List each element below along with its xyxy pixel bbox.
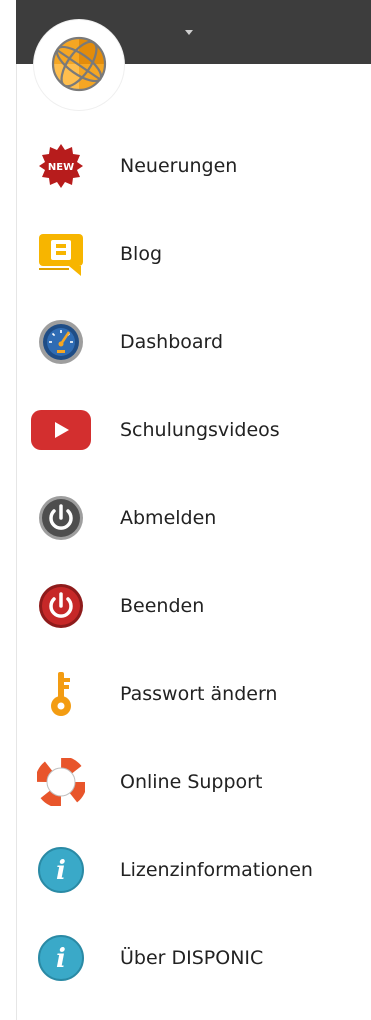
- svg-text:i: i: [56, 856, 66, 886]
- blog-b-icon: [30, 230, 92, 278]
- menu-item-label: Passwort ändern: [120, 683, 278, 705]
- app-logo[interactable]: [34, 20, 124, 110]
- menu-item-beenden[interactable]: Beenden: [16, 562, 371, 650]
- new-badge-icon: NEW: [30, 142, 92, 190]
- dropdown-caret-icon[interactable]: [185, 30, 193, 35]
- power-red-icon: [30, 582, 92, 630]
- menu-item-passwort-aendern[interactable]: Passwort ändern: [16, 650, 371, 738]
- menu-item-ueber-disponic[interactable]: i Über DISPONIC: [16, 914, 371, 1002]
- menu-item-lizenzinformationen[interactable]: i Lizenzinformationen: [16, 826, 371, 914]
- menu-item-label: Dashboard: [120, 331, 224, 353]
- menu-item-label: Abmelden: [120, 507, 217, 529]
- menu-item-label: Schulungsvideos: [120, 419, 280, 441]
- menu-item-label: Über DISPONIC: [120, 947, 264, 969]
- menu-item-label: Beenden: [120, 595, 205, 617]
- lifebuoy-icon: [30, 758, 92, 806]
- menu-item-dashboard[interactable]: Dashboard: [16, 298, 371, 386]
- key-icon: [30, 670, 92, 718]
- globe-logo-icon: [51, 36, 107, 92]
- menu-item-label: Blog: [120, 243, 162, 265]
- info-icon: i: [30, 846, 92, 894]
- new-badge-text: NEW: [48, 162, 74, 173]
- info-icon: i: [30, 934, 92, 982]
- main-menu: NEW Neuerungen Blog Dashboard Schulungsv…: [16, 122, 371, 1002]
- menu-item-blog[interactable]: Blog: [16, 210, 371, 298]
- app-window: NEW Neuerungen Blog Dashboard Schulungsv…: [0, 0, 371, 1020]
- speedometer-icon: [30, 318, 92, 366]
- left-margin: [0, 0, 16, 1020]
- power-gray-icon: [30, 494, 92, 542]
- video-play-icon: [30, 406, 92, 454]
- svg-text:i: i: [56, 944, 66, 974]
- menu-item-schulungsvideos[interactable]: Schulungsvideos: [16, 386, 371, 474]
- menu-item-label: Lizenzinformationen: [120, 859, 313, 881]
- menu-item-online-support[interactable]: Online Support: [16, 738, 371, 826]
- menu-item-label: Neuerungen: [120, 155, 238, 177]
- menu-item-neuerungen[interactable]: NEW Neuerungen: [16, 122, 371, 210]
- menu-item-abmelden[interactable]: Abmelden: [16, 474, 371, 562]
- menu-item-label: Online Support: [120, 771, 263, 793]
